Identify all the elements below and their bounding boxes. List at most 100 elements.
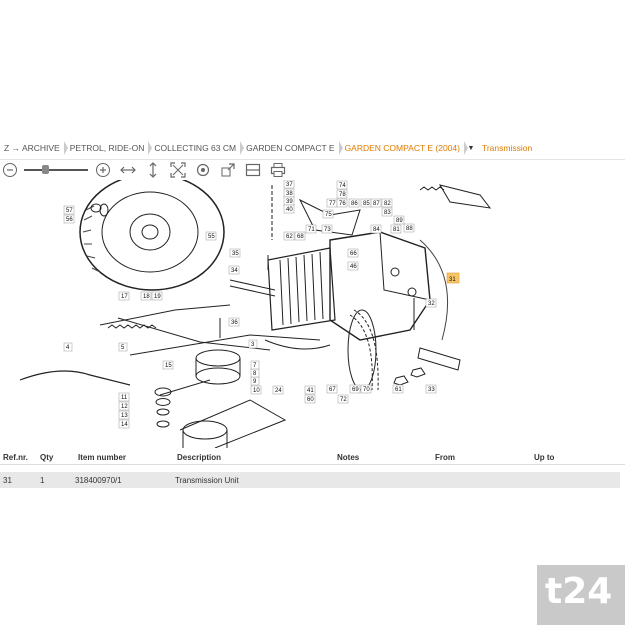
callout-33[interactable]: 33	[425, 384, 437, 394]
svg-text:37: 37	[286, 182, 293, 188]
callout-76[interactable]: 76	[336, 198, 348, 208]
svg-text:10: 10	[253, 388, 260, 394]
svg-text:13: 13	[121, 413, 128, 419]
callout-60[interactable]: 60	[304, 394, 316, 404]
svg-text:14: 14	[121, 422, 128, 428]
callout-18[interactable]: 18	[140, 291, 152, 301]
svg-text:72: 72	[340, 397, 347, 403]
column-header-ref[interactable]: Ref.nr.	[3, 453, 28, 462]
breadcrumb-item-model-year[interactable]: GARDEN COMPACT E (2004)	[341, 138, 469, 159]
column-header-item-number[interactable]: Item number	[78, 453, 126, 462]
callout-66[interactable]: 66	[347, 248, 359, 258]
callout-88[interactable]: 88	[403, 223, 415, 233]
callout-70[interactable]: 70	[360, 384, 372, 394]
svg-text:19: 19	[154, 294, 161, 300]
callout-36[interactable]: 36	[228, 317, 240, 327]
callout-7[interactable]: 7	[250, 360, 260, 370]
callout-17[interactable]: 17	[118, 291, 130, 301]
breadcrumb-item-petrol-ride-on[interactable]: PETROL, RIDE-ON	[66, 138, 152, 159]
svg-text:17: 17	[121, 294, 128, 300]
zoom-slider[interactable]	[24, 169, 88, 171]
callout-34[interactable]: 34	[228, 265, 240, 275]
callout-12[interactable]: 12	[118, 401, 130, 411]
callout-19[interactable]: 19	[151, 291, 163, 301]
callout-84[interactable]: 84	[370, 224, 382, 234]
callout-69[interactable]: 69	[349, 384, 361, 394]
callout-13[interactable]: 13	[118, 410, 130, 420]
callout-11[interactable]: 11	[118, 392, 130, 402]
expand-icon[interactable]	[220, 162, 236, 178]
breadcrumb-item-collecting[interactable]: COLLECTING 63 CM	[150, 138, 244, 159]
callout-55[interactable]: 55	[205, 231, 217, 241]
callout-87[interactable]: 87	[370, 198, 382, 208]
callout-82[interactable]: 82	[381, 198, 393, 208]
svg-text:69: 69	[352, 387, 359, 393]
callout-10[interactable]: 10	[250, 385, 262, 395]
svg-text:56: 56	[66, 217, 73, 223]
svg-text:11: 11	[121, 395, 128, 401]
callout-14[interactable]: 14	[118, 419, 130, 429]
svg-text:76: 76	[339, 201, 346, 207]
callout-83[interactable]: 83	[381, 207, 393, 217]
center-icon[interactable]	[195, 162, 211, 178]
callout-9[interactable]: 9	[250, 376, 260, 386]
callout-38[interactable]: 38	[283, 188, 295, 198]
callout-73[interactable]: 73	[321, 224, 333, 234]
column-header-qty[interactable]: Qty	[40, 453, 53, 462]
callout-72[interactable]: 72	[337, 394, 349, 404]
column-header-up-to[interactable]: Up to	[534, 453, 554, 462]
parts-diagram[interactable]: 57 56 55 17 18 19 4 5 35 34 36 37 38 39 …	[0, 180, 625, 448]
svg-text:31: 31	[449, 277, 456, 283]
breadcrumb-current-section: Transmission	[481, 143, 533, 153]
callout-85[interactable]: 85	[360, 198, 372, 208]
breadcrumb-item-archive[interactable]: Z → ARCHIVE	[0, 138, 68, 159]
callout-81[interactable]: 81	[390, 224, 402, 234]
callout-71[interactable]: 71	[305, 224, 317, 234]
zoom-out-icon[interactable]	[2, 162, 18, 178]
callout-31[interactable]: 31	[446, 272, 460, 284]
svg-text:74: 74	[339, 183, 346, 189]
column-header-notes[interactable]: Notes	[337, 453, 359, 462]
callout-86[interactable]: 86	[348, 198, 360, 208]
callout-5[interactable]: 5	[118, 342, 128, 352]
fit-height-icon[interactable]	[145, 162, 161, 178]
callout-8[interactable]: 8	[250, 368, 260, 378]
zoom-in-icon[interactable]	[95, 162, 111, 178]
callout-32[interactable]: 32	[425, 298, 437, 308]
fit-width-icon[interactable]	[120, 162, 136, 178]
column-header-from[interactable]: From	[435, 453, 455, 462]
callout-89[interactable]: 89	[393, 215, 405, 225]
callout-37[interactable]: 37	[283, 180, 295, 189]
logo-text: t24	[545, 571, 613, 612]
callout-77[interactable]: 77	[326, 198, 338, 208]
callout-46[interactable]: 46	[347, 261, 359, 271]
column-header-description[interactable]: Description	[177, 453, 221, 462]
callout-78[interactable]: 78	[336, 189, 348, 199]
table-row[interactable]: 31 1 318400970/1 Transmission Unit	[0, 472, 620, 488]
callout-24[interactable]: 24	[272, 385, 284, 395]
breadcrumb-item-garden-compact[interactable]: GARDEN COMPACT E	[242, 138, 344, 159]
callout-57[interactable]: 57	[63, 205, 75, 215]
callout-41[interactable]: 41	[304, 385, 316, 395]
callout-15[interactable]: 15	[162, 360, 174, 370]
callout-39[interactable]: 39	[283, 196, 295, 206]
svg-text:83: 83	[384, 210, 391, 216]
split-view-icon[interactable]	[245, 162, 261, 178]
zoom-slider-handle[interactable]	[42, 165, 49, 174]
fullscreen-icon[interactable]	[170, 162, 186, 178]
cell-ref: 31	[3, 476, 12, 485]
callout-68[interactable]: 68	[294, 231, 306, 241]
callout-67[interactable]: 67	[326, 384, 338, 394]
callout-75[interactable]: 75	[322, 209, 334, 219]
svg-text:35: 35	[232, 251, 239, 257]
callout-61[interactable]: 61	[392, 384, 404, 394]
callout-40[interactable]: 40	[283, 204, 295, 214]
callout-35[interactable]: 35	[229, 248, 241, 258]
callout-62[interactable]: 62	[283, 231, 295, 241]
callout-74[interactable]: 74	[336, 180, 348, 190]
cell-description: Transmission Unit	[175, 476, 239, 485]
callout-56[interactable]: 56	[63, 214, 75, 224]
callout-4[interactable]: 4	[63, 342, 73, 352]
print-icon[interactable]	[270, 162, 286, 178]
callout-3[interactable]: 3	[248, 339, 258, 349]
